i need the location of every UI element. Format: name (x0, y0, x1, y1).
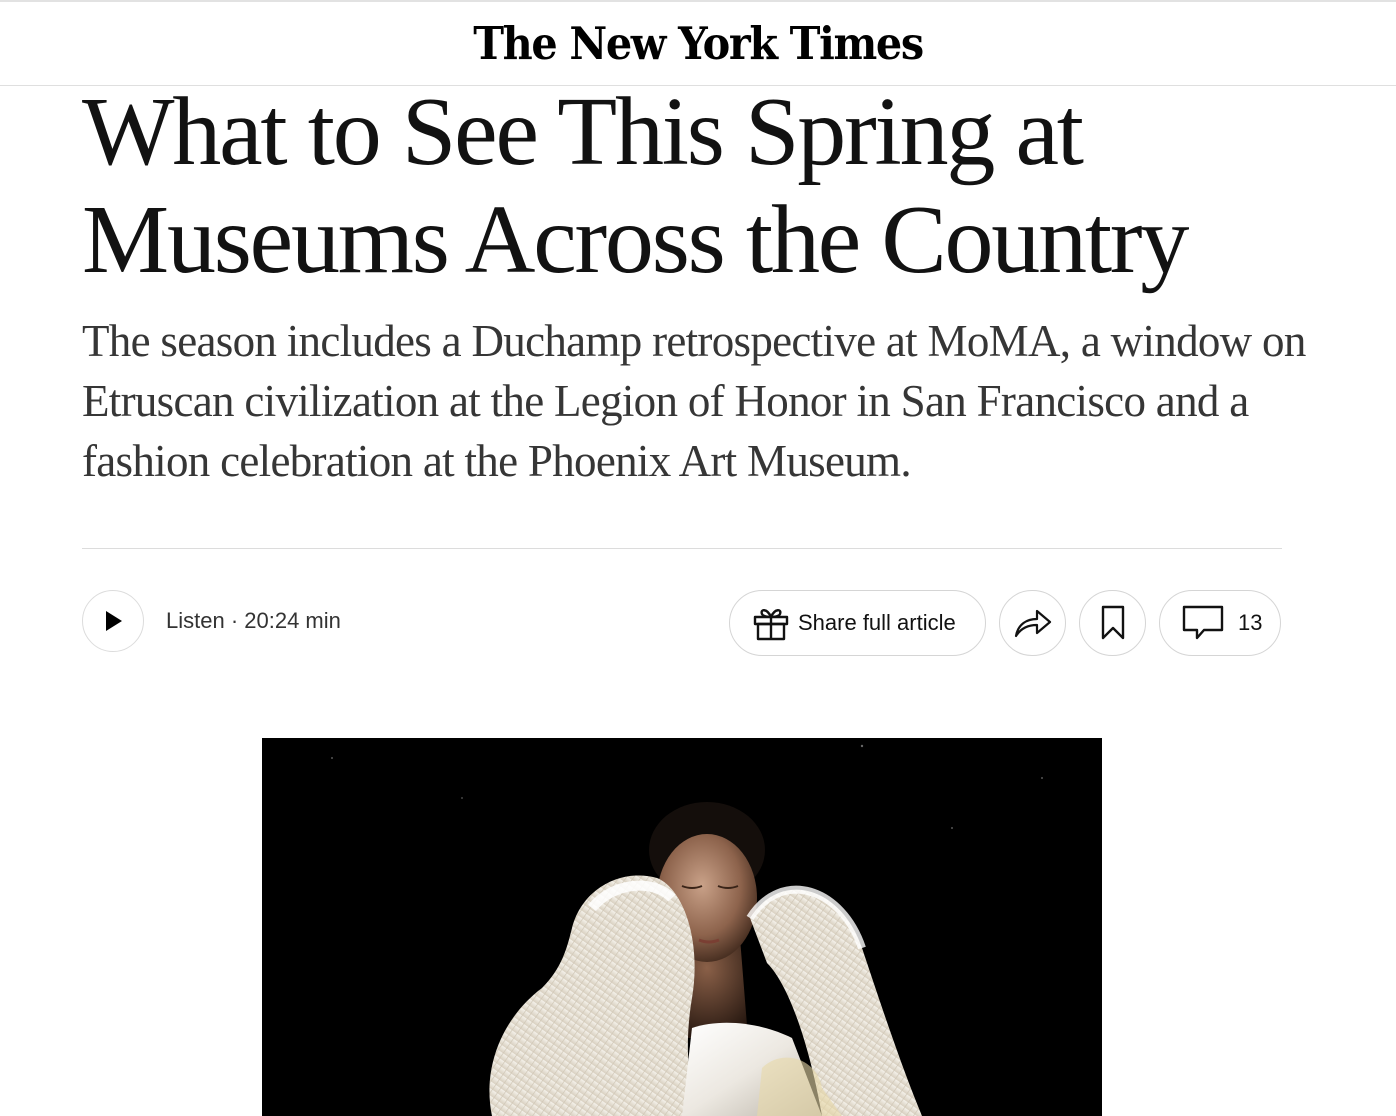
gift-icon (753, 609, 789, 641)
save-bookmark-button[interactable] (1079, 590, 1146, 656)
share-full-article-label: Share full article (798, 610, 956, 635)
share-arrow-icon (1014, 609, 1051, 638)
play-icon (106, 611, 122, 631)
listen-play-button[interactable] (82, 590, 144, 652)
share-full-article-button[interactable]: Share full article (729, 590, 986, 656)
divider (82, 548, 1282, 549)
hero-photo (262, 738, 1102, 1116)
article-summary: The season includes a Duchamp retrospect… (82, 316, 1306, 486)
masthead: The New York Times (0, 0, 1396, 86)
comment-icon (1182, 605, 1224, 640)
listen-duration-label: Listen · 20:24 min (166, 608, 341, 633)
share-button[interactable] (999, 590, 1066, 656)
nyt-logo[interactable]: The New York Times (56, 16, 1340, 72)
hero-image (262, 738, 1102, 1116)
comments-count: 13 (1238, 610, 1263, 635)
comments-button[interactable]: 13 (1159, 590, 1281, 656)
bookmark-icon (1101, 605, 1124, 640)
article-headline: What to See This Spring at Museums Acros… (82, 78, 1189, 294)
